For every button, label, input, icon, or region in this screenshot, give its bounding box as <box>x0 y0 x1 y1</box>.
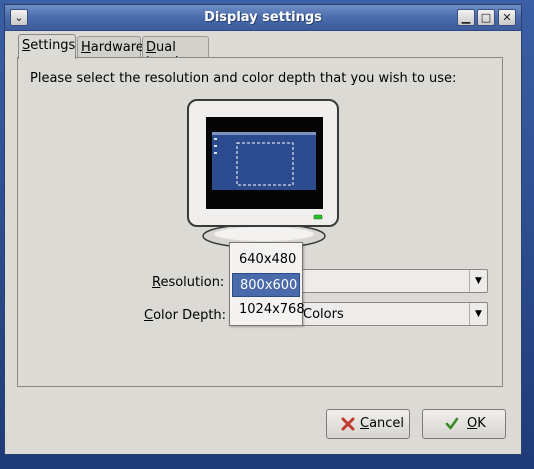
chevron-down-icon[interactable]: ▼ <box>469 303 487 325</box>
monitor-stand-highlight <box>214 227 314 241</box>
power-led-icon <box>313 214 323 220</box>
monitor-screen-desktop <box>212 132 316 190</box>
minimize-button[interactable]: ▁ <box>457 9 475 26</box>
desktop-icon-mark <box>214 152 217 154</box>
tab-settings[interactable]: Settings <box>18 34 76 59</box>
resolution-option-1024x768[interactable]: 1024x768 <box>232 298 305 322</box>
chevron-down-icon[interactable]: ▼ <box>469 270 487 292</box>
ok-mnemonic: O <box>467 416 478 431</box>
monitor-preview-image <box>187 99 339 249</box>
tab-hardware[interactable]: Hardware <box>77 36 144 58</box>
maximize-icon: □ <box>480 11 492 24</box>
color-depth-label-mnemonic: C <box>144 308 154 323</box>
cancel-mnemonic: C <box>360 416 370 431</box>
tab-hardware-label: ardware <box>90 40 144 55</box>
desktop-icon-mark <box>214 145 217 147</box>
cancel-label-text: ancel <box>369 416 405 431</box>
close-button[interactable]: ✕ <box>498 9 516 26</box>
ok-button[interactable]: OK <box>422 409 506 439</box>
instruction-text: Please select the resolution and color d… <box>30 71 457 86</box>
maximize-button[interactable]: □ <box>477 9 495 26</box>
cancel-icon <box>341 417 355 431</box>
cancel-label: Cancel <box>360 416 404 431</box>
resolution-option-640x480[interactable]: 640x480 <box>232 248 300 272</box>
tab-dual-head-mnemonic: D <box>146 40 157 55</box>
window-title: Display settings <box>204 10 322 25</box>
tab-dual-head[interactable]: Dual head <box>142 36 209 70</box>
close-icon: ✕ <box>502 11 512 24</box>
color-depth-label-text: olor Depth: <box>153 308 227 323</box>
desktop-icon-mark <box>214 138 217 140</box>
tab-hardware-mnemonic: H <box>81 40 91 55</box>
resolution-option-800x600[interactable]: 800x600 <box>232 273 300 297</box>
ok-label-text: K <box>477 416 486 431</box>
minimize-icon: ▁ <box>461 11 471 24</box>
resolution-label: Resolution: <box>152 275 224 290</box>
tab-settings-label: ettings <box>30 38 76 53</box>
resolution-label-text: esolution: <box>160 275 225 290</box>
checkmark-icon <box>445 417 459 430</box>
color-depth-label: Color Depth: <box>144 308 226 323</box>
title-bar[interactable]: ⌄ Display settings ▁ □ ✕ <box>5 5 521 31</box>
resolution-dropdown-list: 640x480 800x600 1024x768 <box>229 242 305 326</box>
cancel-button[interactable]: Cancel <box>326 409 410 439</box>
ok-label: OK <box>467 416 486 431</box>
color-depth-value: Colors <box>303 307 344 322</box>
monitor-screen-panel <box>212 132 316 135</box>
